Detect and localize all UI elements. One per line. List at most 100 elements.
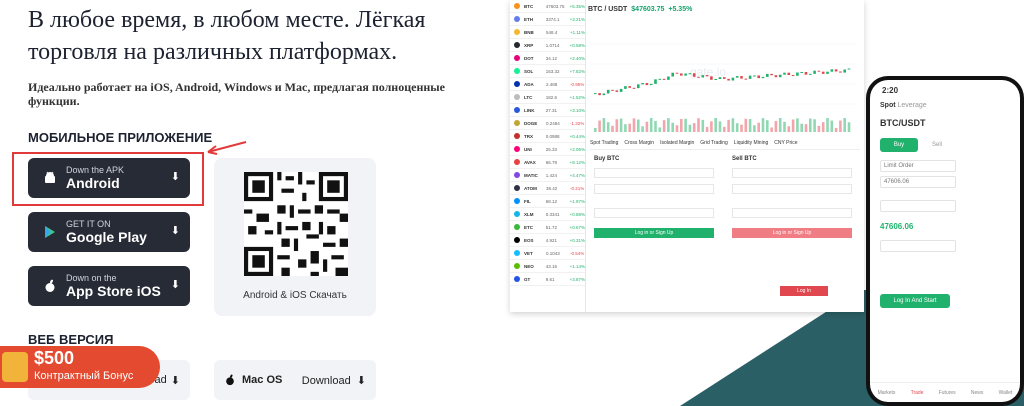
buy-login-button[interactable]: Log in or Sign Up xyxy=(594,228,714,238)
buy-total-input[interactable] xyxy=(594,208,714,218)
market-price: 9.61 xyxy=(545,276,555,282)
sell-amount-input[interactable] xyxy=(732,184,852,194)
trade-tab[interactable]: Cross Margin xyxy=(624,140,654,149)
market-ticker: DOT xyxy=(523,55,534,61)
market-change: +2.06% xyxy=(569,146,585,152)
volume-bar xyxy=(697,118,700,132)
volume-bar xyxy=(645,121,649,132)
market-row[interactable]: GT 9.61 +3.87% xyxy=(510,273,585,286)
sell-price-input[interactable] xyxy=(732,168,852,178)
volume-bar xyxy=(774,120,778,132)
phone-pair[interactable]: BTC/USDT xyxy=(880,118,926,128)
market-row[interactable]: XRP 1.0714 +0.58% xyxy=(510,39,585,52)
qr-code-card: Android & iOS Скачать xyxy=(214,158,376,316)
market-row[interactable]: FIL 68.12 +1.97% xyxy=(510,195,585,208)
market-row[interactable]: BTC 47603.75 +5.35% xyxy=(510,0,585,13)
phone-total-input[interactable] xyxy=(880,240,956,252)
mobile-section-title: МОБИЛЬНОЕ ПРИЛОЖЕНИЕ xyxy=(28,130,213,145)
volume-bar xyxy=(757,122,760,132)
desktop-pair: BTC / USDT xyxy=(588,5,628,13)
market-ticker: ETH xyxy=(523,16,533,22)
market-change: +1.14% xyxy=(569,263,585,269)
market-row[interactable]: UNI 25.33 +2.06% xyxy=(510,143,585,156)
candle xyxy=(740,76,743,79)
market-row[interactable]: VET 0.1043 -0.54% xyxy=(510,247,585,260)
buy-price-input[interactable] xyxy=(594,168,714,178)
phone-nav-item[interactable]: Futures xyxy=(939,390,956,396)
phone-nav-item[interactable]: Trade xyxy=(911,390,924,396)
market-row[interactable]: BNB 548.4 +1.11% xyxy=(510,26,585,39)
trade-tab[interactable]: CNY Price xyxy=(774,140,797,149)
bonus-label: Контрактный Бонус xyxy=(34,370,134,382)
candle xyxy=(787,72,791,76)
center-login-button[interactable]: Log In xyxy=(780,286,828,296)
volume-bar xyxy=(740,124,743,132)
trade-tab[interactable]: Spot Trading xyxy=(590,140,618,149)
phone-nav-item[interactable]: News xyxy=(971,390,984,396)
market-row[interactable]: EOS 4.921 +0.31% xyxy=(510,234,585,247)
candle xyxy=(710,76,713,80)
market-price: 51.72 xyxy=(545,224,558,230)
phone-order-type-select[interactable]: Limit Order xyxy=(880,160,956,172)
phone-sell-tab[interactable]: Sell xyxy=(918,138,956,152)
apple-icon xyxy=(226,374,234,386)
candle xyxy=(705,75,709,77)
candle xyxy=(778,74,782,78)
phone-amount-input[interactable] xyxy=(880,200,956,212)
market-price: 1.0714 xyxy=(545,42,560,48)
phone-mode-spot[interactable]: Spot xyxy=(880,102,896,109)
phone-bottom-nav: Markets Trade Futures News Wallet xyxy=(870,382,1020,402)
market-row[interactable]: DOT 34.12 +2.40% xyxy=(510,52,585,65)
phone-mode-leverage[interactable]: Leverage xyxy=(898,102,927,109)
download-arrow-icon: ⬇ xyxy=(170,374,180,387)
market-row[interactable]: ETH 3374.1 +3.21% xyxy=(510,13,585,26)
market-row[interactable]: ATOM 38.42 -0.21% xyxy=(510,182,585,195)
phone-price-input[interactable]: 47606.06 xyxy=(880,176,956,188)
market-row[interactable]: SOL 153.32 +7.82% xyxy=(510,65,585,78)
market-change: +2.40% xyxy=(569,55,585,61)
market-row[interactable]: ETC 51.72 +0.67% xyxy=(510,221,585,234)
market-change: +3.21% xyxy=(569,16,585,22)
trade-tab[interactable]: Grid Trading xyxy=(700,140,728,149)
trade-tab[interactable]: Isolated Margin xyxy=(660,140,694,149)
market-row[interactable]: XLM 0.3341 +0.88% xyxy=(510,208,585,221)
order-book-row xyxy=(960,216,1016,224)
phone-login-button[interactable]: Log In And Start xyxy=(880,294,950,308)
sell-total-input[interactable] xyxy=(732,208,852,218)
sell-login-button[interactable]: Log in or Sign Up xyxy=(732,228,852,238)
volume-bar xyxy=(718,121,722,132)
candle xyxy=(748,75,752,79)
candle xyxy=(701,75,705,78)
candle xyxy=(680,73,683,76)
market-row[interactable]: NEO 43.16 +1.14% xyxy=(510,260,585,273)
coin-icon xyxy=(514,211,520,217)
macos-download-button[interactable]: Mac OS Download ⬇ xyxy=(214,360,376,400)
market-row[interactable]: ADA 2.488 -0.95% xyxy=(510,78,585,91)
market-change: +9.12% xyxy=(569,159,585,165)
google-play-icon xyxy=(42,224,58,240)
market-row[interactable]: DOGE 0.2484 -1.32% xyxy=(510,117,585,130)
market-row[interactable]: TRX 0.0988 +0.44% xyxy=(510,130,585,143)
market-row[interactable]: LTC 182.6 +1.52% xyxy=(510,91,585,104)
google-play-button[interactable]: GET IT ON Google Play ⬇ xyxy=(28,212,190,252)
volume-bar xyxy=(658,127,662,132)
market-ticker: SOL xyxy=(523,68,534,74)
candle xyxy=(624,86,627,89)
trade-tab[interactable]: Liquidity Mining xyxy=(734,140,768,149)
coin-icon xyxy=(514,94,520,100)
market-change: +1.52% xyxy=(569,94,585,100)
app-store-button[interactable]: Down on the App Store iOS ⬇ xyxy=(28,266,190,306)
volume-bar xyxy=(628,123,631,132)
phone-nav-item[interactable]: Markets xyxy=(878,390,896,396)
market-row[interactable]: MATIC 1.424 +4.47% xyxy=(510,169,585,182)
buy-amount-input[interactable] xyxy=(594,184,714,194)
candle xyxy=(628,86,631,88)
desktop-trading-screenshot: BTC 47603.75 +5.35% ETH 3374.1 +3.21% BNB 548.4… xyxy=(510,0,864,312)
market-row[interactable]: LINK 27.31 +3.10% xyxy=(510,104,585,117)
phone-buy-tab[interactable]: Buy xyxy=(880,138,918,152)
phone-nav-item[interactable]: Wallet xyxy=(999,390,1013,396)
phone-screen: 2:20 Spot Leverage BTC/USDT Buy Sell Lim… xyxy=(870,80,1020,402)
bonus-banner[interactable]: $500 Контрактный Бонус xyxy=(0,346,160,388)
candle xyxy=(637,84,640,89)
market-row[interactable]: AVAX 66.79 +9.12% xyxy=(510,156,585,169)
